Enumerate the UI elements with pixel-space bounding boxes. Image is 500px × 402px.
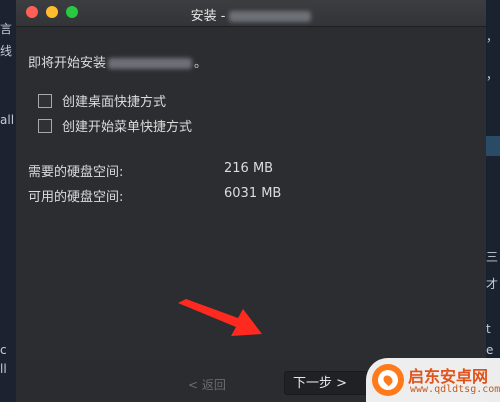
desktop-shortcut-checkbox[interactable] xyxy=(38,94,52,108)
bg-text: ll xyxy=(0,362,7,376)
intro-text: 即将开始安装 xyxy=(28,56,107,71)
background-app-left: 言 线 all c ll xyxy=(0,0,16,402)
bg-accent xyxy=(486,136,500,156)
next-button[interactable]: 下一步 > xyxy=(284,371,374,395)
required-space-row: 需要的硬盘空间: 216 MB xyxy=(28,161,273,180)
watermark-url: www.qdldtsg.com xyxy=(410,384,500,395)
installer-content: 即将开始安装 。 创建桌面快捷方式 创建开始菜单快捷方式 需要的硬盘空间: 216… xyxy=(16,27,486,359)
start-menu-shortcut-checkbox[interactable] xyxy=(38,119,52,133)
desktop-shortcut-label: 创建桌面快捷方式 xyxy=(62,95,167,110)
start-menu-shortcut-label: 创建开始菜单快捷方式 xyxy=(62,120,193,135)
available-space-value: 6031 MB xyxy=(224,186,282,201)
redacted-app-name xyxy=(108,58,193,69)
start-menu-shortcut-option[interactable]: 创建开始菜单快捷方式 xyxy=(38,116,192,135)
bg-text: 三 xyxy=(486,250,499,264)
bg-text: all xyxy=(0,113,15,127)
install-intro: 即将开始安装 。 xyxy=(28,52,207,71)
title-bar[interactable]: 安装 - xyxy=(16,0,486,27)
redacted-app-name xyxy=(229,11,312,22)
bg-text: ， xyxy=(486,30,499,44)
required-space-label: 需要的硬盘空间: xyxy=(28,165,124,180)
available-space-label: 可用的硬盘空间: xyxy=(28,190,124,205)
required-space-value: 216 MB xyxy=(224,161,274,176)
bg-text: e xyxy=(486,343,494,357)
bg-text: 言 xyxy=(0,22,13,36)
installer-window: 安装 - 即将开始安装 。 创建桌面快捷方式 创建开始菜单快捷方式 需要的硬盘空间… xyxy=(16,0,486,402)
intro-suffix: 。 xyxy=(194,56,208,71)
bg-text: 才 xyxy=(486,277,499,291)
window-title: 安装 - xyxy=(16,5,486,24)
background-app-right: ， ， 三 才 t e xyxy=(486,0,500,402)
back-button[interactable]: < 返回 xyxy=(188,376,226,393)
window-title-text: 安装 - xyxy=(190,9,226,24)
desktop-shortcut-option[interactable]: 创建桌面快捷方式 xyxy=(38,91,166,110)
bg-text: 线 xyxy=(0,44,13,58)
bg-text: c xyxy=(0,343,7,357)
available-space-row: 可用的硬盘空间: 6031 MB xyxy=(28,186,281,205)
watermark-logo-icon xyxy=(372,364,404,396)
watermark: 启东安卓网 www.qdldtsg.com xyxy=(366,358,500,402)
bg-text: ， xyxy=(486,68,499,82)
bg-text: t xyxy=(486,322,491,336)
